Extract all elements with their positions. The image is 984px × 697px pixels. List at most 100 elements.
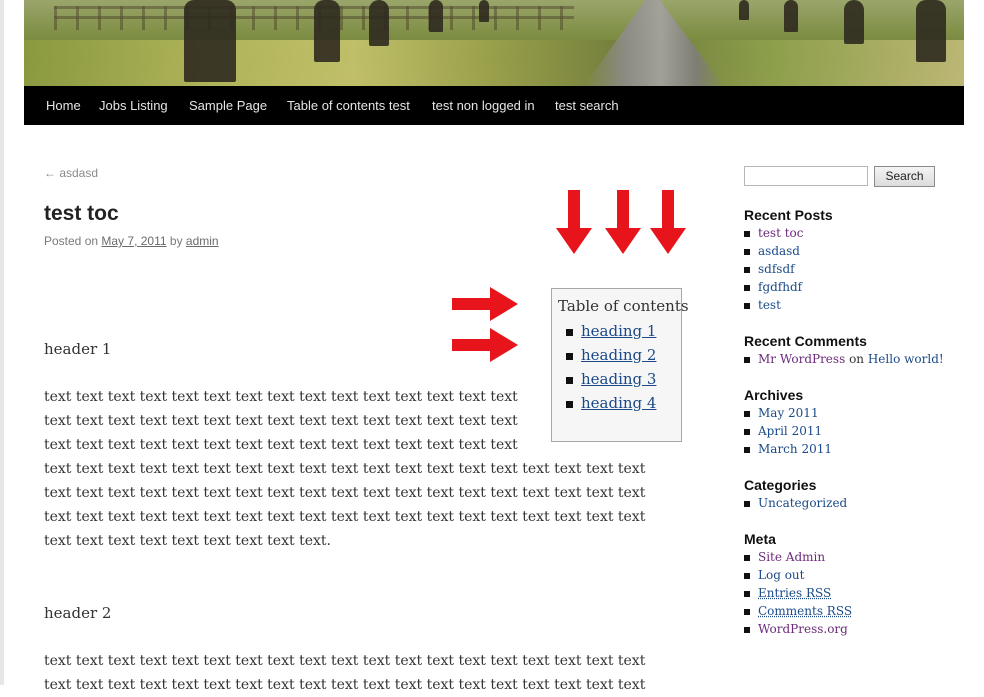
- header-tree: [369, 0, 389, 46]
- nav-item-home[interactable]: Home: [46, 86, 81, 125]
- paragraph-line: text text text text text text text text …: [44, 413, 518, 429]
- nav-item-test-search[interactable]: test search: [555, 86, 619, 125]
- archive-item[interactable]: May 2011: [744, 406, 819, 420]
- header-tree: [784, 0, 798, 32]
- archive-item[interactable]: April 2011: [744, 424, 822, 438]
- left-frame-edge: [0, 0, 4, 685]
- recent-posts-title: Recent Posts: [744, 207, 833, 223]
- right-arrow-icon: [452, 328, 518, 362]
- category-link[interactable]: Uncategorized: [758, 496, 847, 510]
- bullet-icon: [744, 230, 750, 237]
- nav-item-jobs-listing[interactable]: Jobs Listing: [99, 86, 168, 125]
- bullet-icon: [744, 590, 750, 597]
- header-tree: [916, 0, 946, 62]
- post-meta: Posted on May 7, 2011 by admin: [44, 234, 219, 248]
- previous-post-link[interactable]: ← asdasd: [44, 166, 98, 180]
- down-arrow-icon: [556, 190, 592, 254]
- toc-title: Table of contents: [558, 297, 689, 315]
- meta-link[interactable]: WordPress.org: [758, 622, 848, 636]
- header-tree: [739, 0, 749, 20]
- bullet-icon: [566, 328, 573, 336]
- recent-post-item[interactable]: test: [744, 298, 781, 312]
- nav-item-test-non-logged-in[interactable]: test non logged in: [432, 86, 535, 125]
- bullet-icon: [744, 626, 750, 633]
- paragraph-line: text text text text text text text text …: [44, 389, 518, 405]
- nav-item-sample-page[interactable]: Sample Page: [189, 86, 267, 125]
- recent-post-item[interactable]: fgdfhdf: [744, 280, 802, 294]
- post-meta-prefix: Posted on: [44, 234, 99, 248]
- archive-link[interactable]: May 2011: [758, 406, 819, 420]
- content-paragraph-2: text text text text text text text text …: [44, 649, 684, 697]
- recent-comments-title: Recent Comments: [744, 333, 867, 349]
- comment-author-link[interactable]: Mr WordPress: [758, 352, 845, 366]
- meta-title: Meta: [744, 531, 776, 547]
- post-author-link[interactable]: admin: [186, 234, 219, 248]
- category-item[interactable]: Uncategorized: [744, 496, 847, 510]
- paragraph-line: text text text text text text text text …: [44, 533, 331, 549]
- bullet-icon: [744, 554, 750, 561]
- recent-post-item[interactable]: test toc: [744, 226, 804, 240]
- recent-post-link[interactable]: test toc: [758, 226, 804, 240]
- bullet-icon: [744, 410, 750, 417]
- bullet-icon: [744, 608, 750, 615]
- header-tree: [184, 0, 236, 82]
- bullet-icon: [744, 500, 750, 507]
- recent-post-link[interactable]: fgdfhdf: [758, 280, 802, 294]
- paragraph-line: text text text text text text text text …: [44, 437, 518, 453]
- toc-link[interactable]: heading 2: [581, 346, 656, 364]
- paragraph-line: text text text text text text text text …: [44, 653, 646, 669]
- bullet-icon: [566, 376, 573, 384]
- bullet-icon: [744, 302, 750, 309]
- content-header-2: header 2: [44, 604, 112, 622]
- meta-item[interactable]: WordPress.org: [744, 622, 848, 636]
- bullet-icon: [744, 248, 750, 255]
- meta-link[interactable]: Site Admin: [758, 550, 825, 564]
- recent-post-link[interactable]: sdfsdf: [758, 262, 795, 276]
- bullet-icon: [744, 446, 750, 453]
- meta-item[interactable]: Entries RSS: [744, 586, 831, 600]
- meta-link[interactable]: Comments RSS: [758, 604, 852, 618]
- paragraph-line: text text text text text text text text …: [44, 485, 646, 501]
- toc-link[interactable]: heading 1: [581, 322, 656, 340]
- toc-item[interactable]: heading 1: [566, 322, 656, 340]
- comment-post-link[interactable]: Hello world!: [868, 352, 944, 366]
- nav-item-table-of-contents-test[interactable]: Table of contents test: [287, 86, 410, 125]
- right-arrow-icon: [452, 287, 518, 321]
- post-date-link[interactable]: May 7, 2011: [101, 234, 166, 248]
- header-tree: [314, 0, 340, 62]
- content-paragraph-1: text text text text text text text text …: [44, 385, 684, 553]
- comment-on-text: on: [849, 352, 865, 366]
- toc-item[interactable]: heading 2: [566, 346, 656, 364]
- recent-post-link[interactable]: test: [758, 298, 781, 312]
- meta-link[interactable]: Log out: [758, 568, 804, 582]
- post-title: test toc: [44, 202, 119, 225]
- archive-item[interactable]: March 2011: [744, 442, 832, 456]
- bullet-icon: [744, 356, 750, 363]
- recent-post-link[interactable]: asdasd: [758, 244, 800, 258]
- meta-item[interactable]: Site Admin: [744, 550, 825, 564]
- content-header-1: header 1: [44, 340, 112, 358]
- meta-link[interactable]: Entries RSS: [758, 586, 831, 600]
- paragraph-line: text text text text text text text text …: [44, 461, 646, 477]
- header-tree: [479, 0, 489, 22]
- meta-item[interactable]: Log out: [744, 568, 804, 582]
- paragraph-line: text text text text text text text text …: [44, 509, 646, 525]
- header-tree: [844, 0, 864, 44]
- main-navigation: Home Jobs Listing Sample Page Table of c…: [24, 86, 964, 125]
- bullet-icon: [744, 284, 750, 291]
- recent-post-item[interactable]: sdfsdf: [744, 262, 795, 276]
- recent-comment-item: Mr WordPress on Hello world!: [744, 352, 944, 366]
- meta-item[interactable]: Comments RSS: [744, 604, 852, 618]
- search-button[interactable]: Search: [874, 166, 935, 187]
- header-grass: [24, 40, 964, 86]
- bullet-icon: [744, 428, 750, 435]
- bullet-icon: [744, 572, 750, 579]
- archive-link[interactable]: April 2011: [758, 424, 822, 438]
- header-image: [24, 0, 964, 86]
- search-input[interactable]: [744, 166, 868, 186]
- bullet-icon: [744, 266, 750, 273]
- recent-post-item[interactable]: asdasd: [744, 244, 800, 258]
- archives-title: Archives: [744, 387, 804, 403]
- post-meta-by: by: [169, 234, 183, 248]
- archive-link[interactable]: March 2011: [758, 442, 832, 456]
